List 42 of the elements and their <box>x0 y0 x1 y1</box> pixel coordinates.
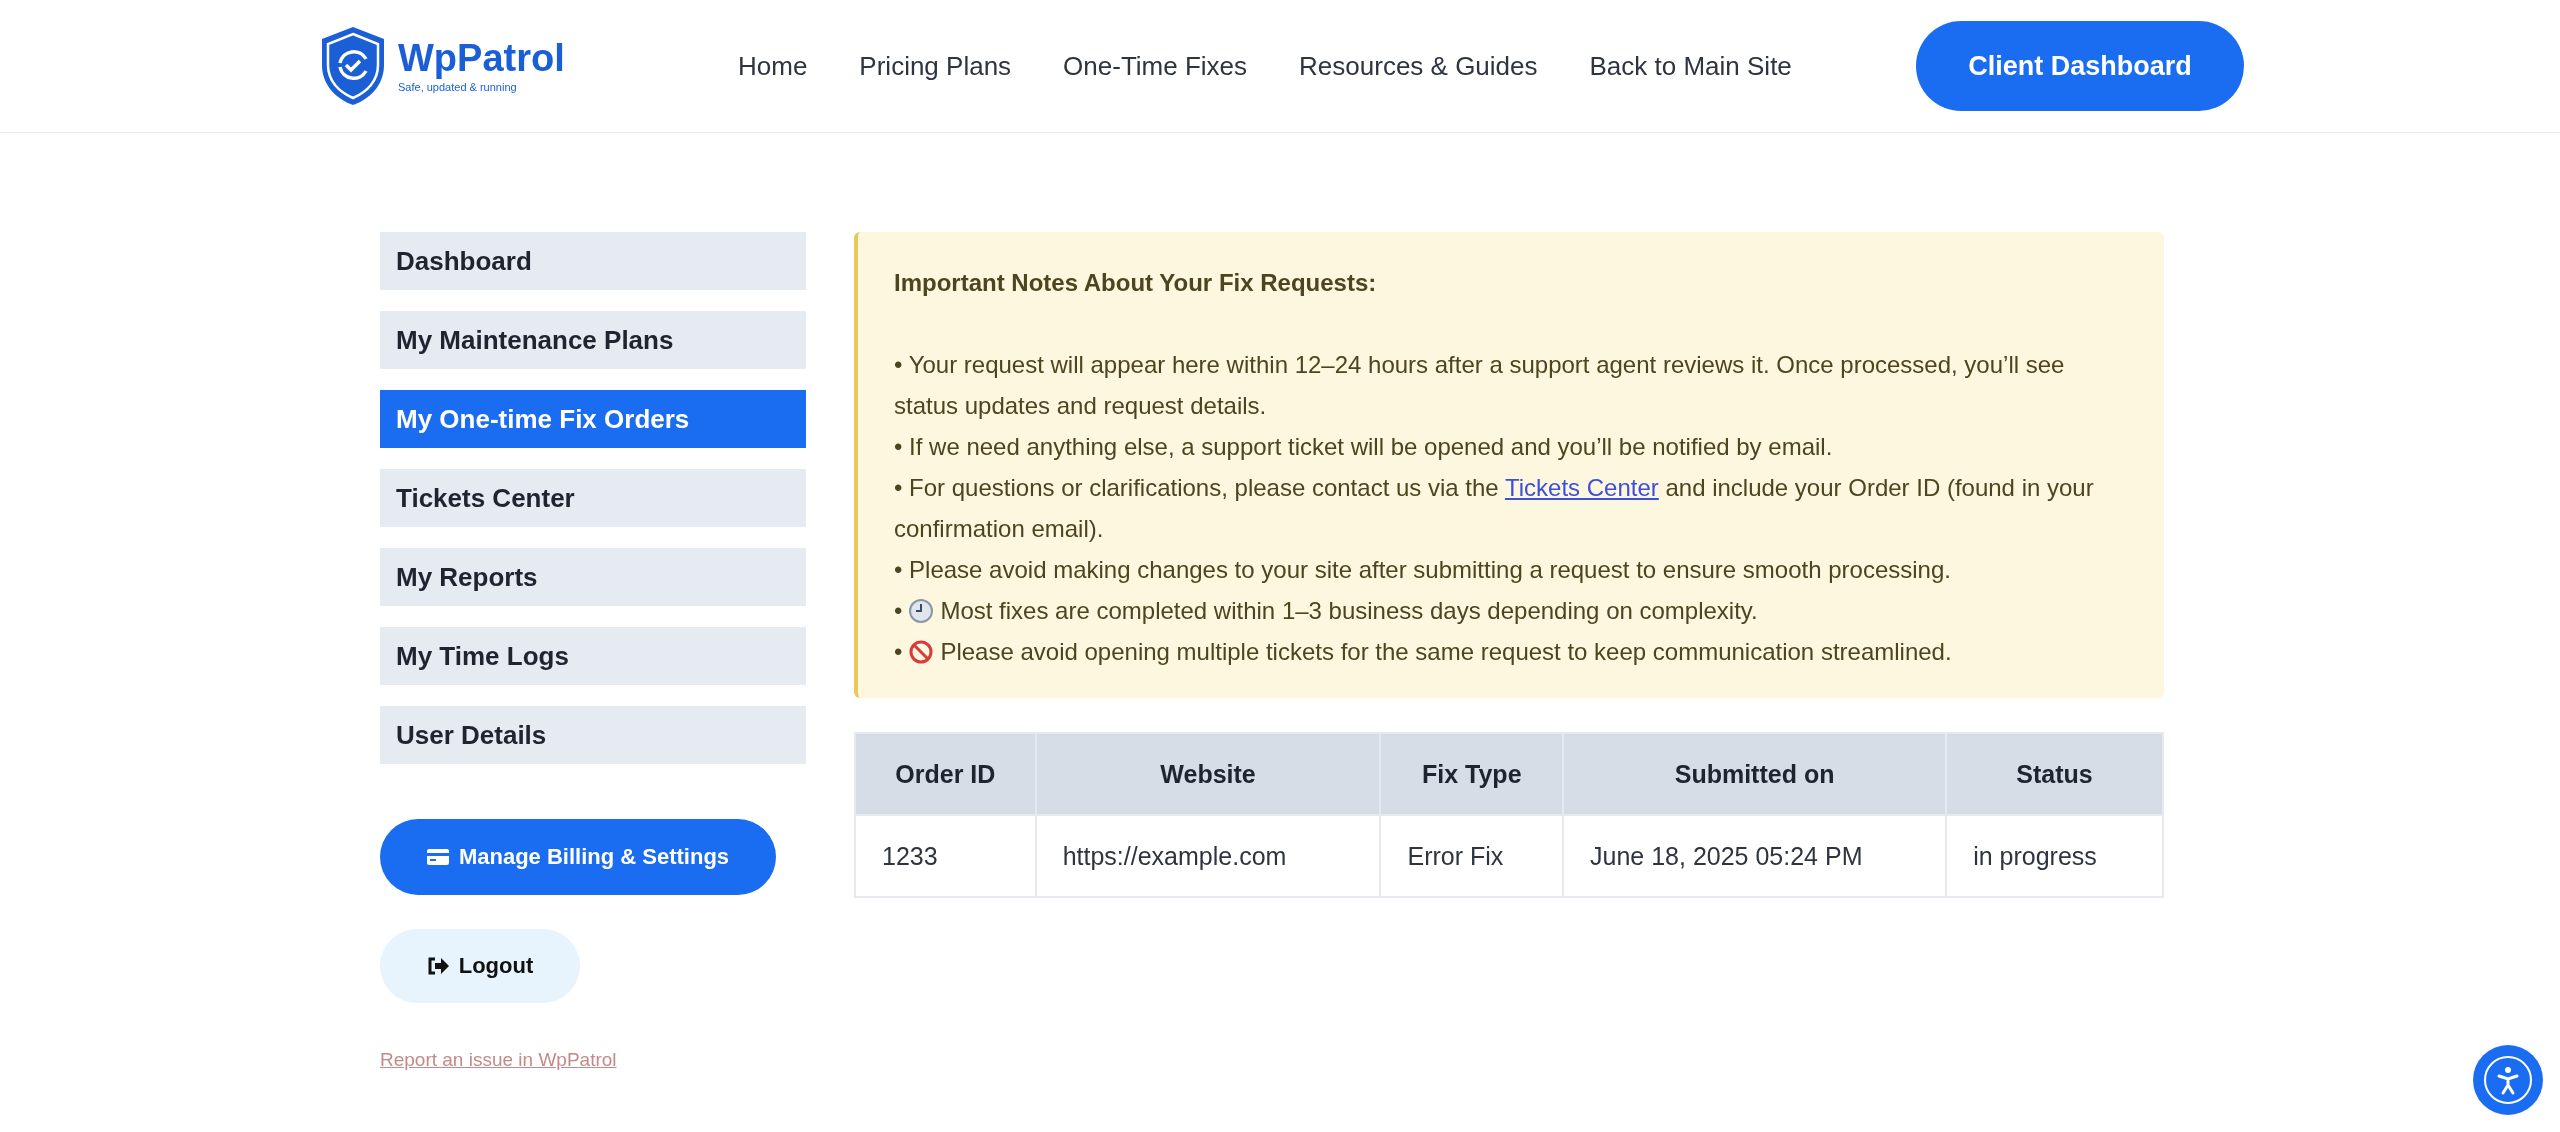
table-cell: Error Fix <box>1380 815 1564 897</box>
column-header: Status <box>1946 733 2163 815</box>
nav-link[interactable]: One-Time Fixes <box>1063 50 1248 82</box>
column-header: Submitted on <box>1563 733 1947 815</box>
sidebar-item[interactable]: My Maintenance Plans <box>380 311 806 369</box>
nav-link[interactable]: Pricing Plans <box>859 50 1012 82</box>
logout-button[interactable]: Logout <box>380 929 580 1003</box>
column-header: Website <box>1035 733 1381 815</box>
note-text: Most fixes are completed within 1–3 business days depending on complexity. <box>940 596 1758 626</box>
table-cell: https://example.com <box>1035 815 1381 897</box>
brand-tagline: Safe, updated & running <box>398 81 518 93</box>
client-dashboard-button[interactable]: Client Dashboard <box>1916 21 2244 111</box>
logout-icon <box>426 957 449 975</box>
table-cell: June 18, 2025 05:24 PM <box>1563 815 1947 897</box>
tickets-center-link[interactable]: Tickets Center <box>1504 474 1659 501</box>
note-text: • Please avoid making changes to your site after submitting a request to ensure smooth processing. <box>894 555 1952 585</box>
notes-title: Important Notes About Your Fix Requests: <box>894 268 1378 298</box>
column-header: Fix Type <box>1380 733 1564 815</box>
note-text: Please avoid opening multiple tickets for the same request to keep communication streamlined. <box>940 637 1952 667</box>
column-header: Order ID <box>855 733 1036 815</box>
table-cell: in progress <box>1946 815 2163 897</box>
table-cell: 1233 <box>855 815 1036 897</box>
nav-link[interactable]: Home <box>738 50 808 82</box>
bullet: • <box>894 596 903 626</box>
sidebar-item[interactable]: My Reports <box>380 548 806 606</box>
sidebar-item[interactable]: Dashboard <box>380 232 806 290</box>
sidebar-item[interactable]: My One-time Fix Orders <box>380 390 806 448</box>
nav-link[interactable]: Back to Main Site <box>1589 50 1792 82</box>
bullet: • <box>894 637 903 667</box>
note-text: • If we need anything else, a support ticket will be opened and you’ll be notified by email. <box>894 432 1834 462</box>
note-text: • For questions or clarifications, please contact us via the Tickets Center and include your Order ID (found in your confirmation email). <box>894 473 2095 544</box>
prohibited-icon <box>908 638 935 665</box>
clock-icon <box>908 597 935 624</box>
sidebar-item[interactable]: User Details <box>380 706 806 764</box>
sidebar-item[interactable]: My Time Logs <box>380 627 806 685</box>
brand-name: WpPatrol <box>398 39 565 77</box>
accessibility-icon <box>2482 1054 2534 1106</box>
billing-button[interactable]: Manage Billing & Settings <box>380 819 776 895</box>
sidebar-item[interactable]: Tickets Center <box>380 469 806 527</box>
nav-link[interactable]: Resources & Guides <box>1299 50 1538 82</box>
note-text: • Your request will appear here within 12–24 hours after a support agent reviews it. Once processed, you’ll see status updates and request details. <box>894 350 2066 421</box>
card-icon <box>426 849 449 865</box>
